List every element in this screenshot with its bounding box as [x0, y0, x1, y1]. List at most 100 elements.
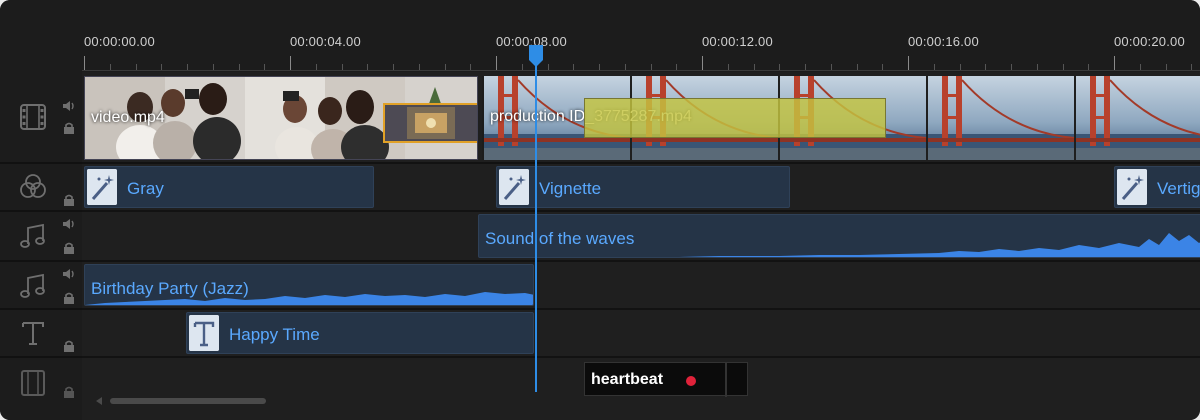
picture-in-picture-clip[interactable] [383, 103, 477, 143]
ruler-minor-tick [264, 64, 265, 70]
ruler-minor-tick [110, 64, 111, 70]
video-track-header [0, 72, 82, 164]
video-clip-label: video.mp4 [91, 109, 165, 126]
ruler-minor-tick [367, 64, 368, 70]
speaker-icon[interactable] [62, 100, 76, 112]
ruler-minor-tick [779, 64, 780, 70]
ruler-minor-tick [651, 64, 652, 70]
magic-wand-icon [1117, 169, 1147, 205]
horizontal-scrollbar[interactable] [96, 396, 276, 406]
subtitle-overlay-clip[interactable] [584, 98, 886, 138]
ruler-label-12: 00:00:12.00 [702, 34, 773, 49]
audio-track-2-header [0, 262, 82, 310]
ruler-major-tick [1114, 56, 1115, 70]
ruler-major-tick [496, 56, 497, 70]
text-clip-label: Happy Time [229, 325, 320, 344]
ruler-minor-tick [754, 64, 755, 70]
ruler-minor-tick [316, 64, 317, 70]
effect-label: Vertig [1157, 179, 1200, 198]
text-t-icon [22, 322, 44, 345]
lock-icon[interactable] [62, 386, 76, 398]
magic-wand-icon [87, 169, 117, 205]
ruler-minor-tick [445, 64, 446, 70]
ruler-minor-tick [548, 64, 549, 70]
video-clip-video-mp4[interactable]: video.mp4 [84, 76, 478, 160]
effects-circles-icon [20, 174, 46, 198]
text-track-header [0, 310, 82, 358]
effect-label: Vignette [539, 179, 602, 198]
ruler-minor-tick [934, 64, 935, 70]
overlay-clip-heartbeat[interactable]: heartbeat [584, 362, 748, 397]
lock-icon[interactable] [62, 242, 76, 254]
effect-clip-vignette[interactable]: Vignette [496, 166, 790, 208]
ruler-minor-tick [1063, 64, 1064, 70]
ruler-minor-tick [857, 64, 858, 70]
ruler-minor-tick [1011, 64, 1012, 70]
ruler-label-0: 00:00:00.00 [84, 34, 155, 49]
track-divider [82, 210, 1200, 212]
playhead-handle[interactable] [528, 44, 544, 68]
ruler-minor-tick [882, 64, 883, 70]
pip-thumbnail [407, 107, 455, 139]
scrollbar-thumb[interactable] [110, 398, 266, 404]
track-divider [82, 260, 1200, 262]
audio-track-1-header [0, 212, 82, 262]
overlay-film-icon [21, 370, 45, 396]
track-divider [82, 162, 1200, 164]
timeline-tracks[interactable]: video.mp4 production Gray Vignette Verti… [82, 72, 1200, 420]
ruler-minor-tick [1037, 64, 1038, 70]
effect-clip-vertigo[interactable]: Vertig [1114, 166, 1200, 208]
lock-icon[interactable] [62, 194, 76, 206]
music-note-icon [20, 273, 45, 298]
scroll-left-arrow-icon[interactable] [96, 397, 102, 405]
ruler-major-tick [84, 56, 85, 70]
text-clip-happy-time[interactable]: Happy Time [186, 312, 534, 354]
ruler-minor-tick [599, 64, 600, 70]
ruler-minor-tick [1140, 64, 1141, 70]
ruler-minor-tick [239, 64, 240, 70]
audio-clip-label: Sound of the waves [485, 229, 635, 248]
ruler-minor-tick [728, 64, 729, 70]
ruler-label-20: 00:00:20.00 [1114, 34, 1185, 49]
ruler-minor-tick [831, 64, 832, 70]
magic-wand-icon [499, 169, 529, 205]
ruler-baseline [82, 70, 1200, 71]
ruler-label-16: 00:00:16.00 [908, 34, 979, 49]
audio-clip-label: Birthday Party (Jazz) [91, 279, 249, 298]
ruler-minor-tick [676, 64, 677, 70]
track-divider [82, 356, 1200, 358]
ruler-minor-tick [625, 64, 626, 70]
speaker-icon[interactable] [62, 218, 76, 230]
effect-label: Gray [127, 179, 164, 198]
film-icon [20, 104, 46, 130]
ruler-minor-tick [470, 64, 471, 70]
video-editor-timeline: 00:00:00.00 00:00:04.00 00:00:08.00 00:0… [0, 0, 1200, 420]
audio-clip-birthday-party[interactable]: Birthday Party (Jazz) [84, 264, 534, 306]
track-headers [0, 72, 82, 420]
music-note-icon [20, 223, 45, 248]
effects-track-header [0, 164, 82, 212]
lock-icon[interactable] [62, 292, 76, 304]
ruler-major-tick [702, 56, 703, 70]
heart-dot-icon [686, 376, 696, 386]
ruler-minor-tick [960, 64, 961, 70]
lock-icon[interactable] [62, 122, 76, 134]
ruler-minor-tick [419, 64, 420, 70]
ruler-minor-tick [1191, 64, 1192, 70]
ruler-minor-tick [342, 64, 343, 70]
ruler-minor-tick [985, 64, 986, 70]
playhead-line[interactable] [535, 60, 537, 392]
ruler-minor-tick [187, 64, 188, 70]
overlay-track-header [0, 358, 82, 420]
ruler-minor-tick [805, 64, 806, 70]
ruler-minor-tick [1088, 64, 1089, 70]
text-t-icon [189, 315, 219, 351]
ruler-minor-tick [213, 64, 214, 70]
speaker-icon[interactable] [62, 268, 76, 280]
ruler-minor-tick [573, 64, 574, 70]
overlay-clip-label: heartbeat [591, 371, 664, 388]
effect-clip-gray[interactable]: Gray [84, 166, 374, 208]
time-ruler[interactable]: 00:00:00.00 00:00:04.00 00:00:08.00 00:0… [0, 0, 1200, 72]
lock-icon[interactable] [62, 340, 76, 352]
audio-clip-sound-of-the-waves[interactable]: Sound of the waves [478, 214, 1200, 258]
